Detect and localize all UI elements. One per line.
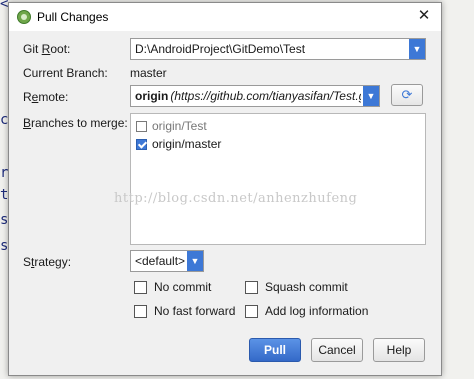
chevron-down-icon[interactable]: ▼ [187,251,203,271]
chevron-down-icon[interactable]: ▼ [409,39,425,59]
branch-checkbox[interactable] [136,139,147,150]
branch-label: origin/master [152,137,222,151]
close-icon[interactable]: ✕ [415,7,433,25]
current-branch-value: master [130,66,167,80]
refresh-remote-button[interactable]: ⟳ [391,84,423,106]
no-fast-forward-label: No fast forward [154,304,236,318]
pull-button[interactable]: Pull [249,338,301,362]
add-log-label: Add log information [265,304,369,318]
no-fast-forward-option[interactable]: No fast forward [134,304,235,318]
add-log-option[interactable]: Add log information [245,304,368,318]
remote-select[interactable]: origin (https://github.com/tianyasifan/Te… [130,85,380,107]
remote-value: origin (https://github.com/tianyasifan/Te… [135,89,361,103]
branch-item[interactable]: origin/master [136,135,221,153]
squash-commit-option[interactable]: Squash commit [245,280,348,294]
no-commit-label: No commit [154,280,212,294]
git-root-select[interactable]: D:\AndroidProject\GitDemo\Test ▼ [130,38,426,60]
strategy-value: <default> [135,254,186,268]
no-fast-forward-checkbox[interactable] [134,305,147,318]
watermark: http://blog.csdn.net/anhenzhufeng [114,191,358,206]
git-root-label: Git Root: [23,42,71,56]
branch-label: origin/Test [152,119,207,133]
squash-commit-checkbox[interactable] [245,281,258,294]
strategy-label: Strategy: [23,255,72,269]
current-branch-label: Current Branch: [23,66,108,80]
cancel-button[interactable]: Cancel [311,338,363,362]
help-button[interactable]: Help [373,338,425,362]
branch-checkbox[interactable] [136,121,147,132]
branch-item[interactable]: origin/Test [136,117,207,135]
branches-list[interactable]: origin/Test origin/master [130,113,426,245]
pull-changes-dialog: Pull Changes ✕ Git Root: D:\AndroidProje… [8,2,442,376]
dialog-title: Pull Changes [37,10,109,24]
remote-label: Remote: [23,90,69,104]
git-root-value: D:\AndroidProject\GitDemo\Test [135,42,306,56]
remote-url: (https://github.com/tianyasifan/Test.git… [170,89,361,103]
remote-name: origin [135,89,169,103]
squash-commit-label: Squash commit [265,280,348,294]
dialog-titlebar[interactable]: Pull Changes ✕ [9,3,441,31]
branches-to-merge-label: Branches to merge: [23,116,128,130]
no-commit-option[interactable]: No commit [134,280,211,294]
android-studio-icon [17,10,31,24]
refresh-icon: ⟳ [401,87,413,102]
strategy-select[interactable]: <default> ▼ [130,250,204,272]
no-commit-checkbox[interactable] [134,281,147,294]
add-log-checkbox[interactable] [245,305,258,318]
chevron-down-icon[interactable]: ▼ [363,86,379,106]
